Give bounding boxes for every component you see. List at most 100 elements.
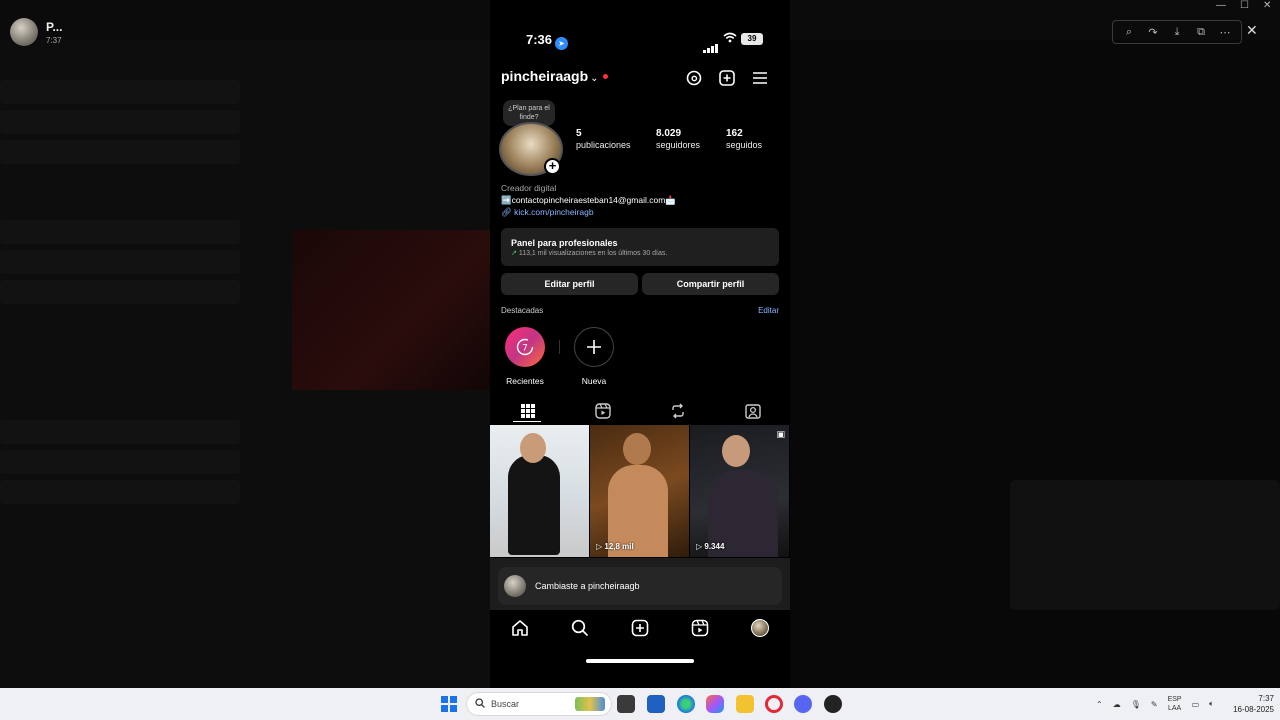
highlights-title: Destacadas xyxy=(501,306,544,315)
rotate-icon[interactable]: ↷ xyxy=(1144,26,1162,39)
network-icon[interactable]: ▭ xyxy=(1192,700,1200,709)
system-tray: ⌃ ☁ 🎙︎ ✎ ESP LAA ▭ 🔈︎ xyxy=(1096,692,1214,716)
account-switcher[interactable]: pincheiraagb ⌄ xyxy=(501,68,608,85)
home-indicator[interactable] xyxy=(586,659,694,663)
edit-profile-button[interactable]: Editar perfil xyxy=(501,273,638,295)
professional-dashboard[interactable]: Panel para profesionales ↗ 113,1 mil vis… xyxy=(501,228,779,266)
phone-screen: 7:36 ➤ 39 pincheiraagb ⌄ ¿Plan para el fin… xyxy=(490,0,790,688)
home-icon[interactable] xyxy=(510,618,530,638)
file-explorer-dark-icon[interactable] xyxy=(617,695,635,713)
svg-text:7: 7 xyxy=(522,344,528,354)
tab-tagged[interactable] xyxy=(715,398,790,424)
opera-icon[interactable] xyxy=(765,695,783,713)
zoom-icon[interactable]: ⌕ xyxy=(1120,26,1138,39)
status-bar: 7:36 ➤ 39 xyxy=(490,28,790,53)
stat-following-value: 162 xyxy=(726,128,743,139)
chevron-down-icon: ⌄ xyxy=(590,73,599,84)
cloud-icon[interactable]: ☁ xyxy=(1113,700,1121,709)
highlight-label: Nueva xyxy=(581,376,607,386)
windows-taskbar: Buscar ⌃ ☁ 🎙︎ ✎ ESP LAA ▭ 🔈︎ 7:37 16-08-2… xyxy=(0,688,1280,720)
create-post-icon[interactable] xyxy=(630,618,650,638)
open-icon[interactable]: ⧉ xyxy=(1192,26,1210,39)
create-icon[interactable] xyxy=(717,68,737,88)
share-profile-button[interactable]: Compartir perfil xyxy=(642,273,779,295)
avatar xyxy=(751,619,769,637)
history-icon: 7 xyxy=(505,327,545,367)
pro-panel-subtitle-text: 113,1 mil visualizaciones en los últimos… xyxy=(518,250,668,257)
tab-reels[interactable] xyxy=(565,398,640,424)
grid-icon xyxy=(520,404,535,418)
toast-message: Cambiaste a pincheiraagb xyxy=(535,581,640,591)
stat-followers-value: 8.029 xyxy=(656,128,682,139)
bio-line: ➡️contactopincheiraesteban14@gmail.com📩 xyxy=(501,195,676,205)
notification-dot xyxy=(602,74,608,79)
taskbar-search[interactable]: Buscar xyxy=(466,692,612,716)
viewer-toolbar: ⌕ ↷ ⤓ ⧉ ⋯ xyxy=(1112,20,1242,44)
post-view-count-text: 9.344 xyxy=(704,542,725,551)
store-icon[interactable] xyxy=(647,695,665,713)
post-view-count-text: 12,8 mil xyxy=(604,542,634,551)
copilot-icon[interactable] xyxy=(706,695,724,713)
bio-link-text: kick.com/pincheiragb xyxy=(514,207,594,217)
menu-icon[interactable] xyxy=(750,68,770,88)
repost-icon xyxy=(671,403,684,419)
chevron-up-icon[interactable]: ⌃ xyxy=(1096,700,1103,709)
stat-posts-value: 5 xyxy=(576,128,582,139)
pro-panel-subtitle: ↗ 113,1 mil visualizaciones en los últim… xyxy=(511,249,769,257)
status-time: 7:36 ➤ xyxy=(526,32,569,50)
lang-top: ESP xyxy=(1167,696,1182,703)
lang-bottom: LAA xyxy=(1167,705,1182,712)
tab-reposts[interactable] xyxy=(640,398,715,424)
post-view-count: ▷ 12,8 mil xyxy=(596,542,634,551)
post-thumbnail[interactable] xyxy=(490,425,589,557)
search-icon xyxy=(475,698,485,710)
edge-browser-icon[interactable] xyxy=(677,695,695,713)
active-tab-underline xyxy=(513,421,541,422)
highlights-edit-link[interactable]: Editar xyxy=(758,306,779,315)
post-figure-head xyxy=(520,433,546,463)
volume-icon[interactable]: 🔈︎ xyxy=(1209,699,1214,709)
stat-posts[interactable]: 5 publicaciones xyxy=(576,128,631,150)
stat-posts-label: publicaciones xyxy=(576,140,631,150)
post-thumbnail[interactable]: ▣ ▷ 9.344 xyxy=(690,425,789,557)
post-view-count: ▷ 9.344 xyxy=(696,542,724,551)
language-indicator[interactable]: ESP LAA xyxy=(1168,695,1182,713)
threads-icon[interactable] xyxy=(684,68,704,88)
username: pincheiraagb xyxy=(501,68,589,84)
profile-header: pincheiraagb ⌄ xyxy=(501,68,781,90)
close-window-icon[interactable]: ✕ xyxy=(1263,0,1271,11)
discord-icon[interactable] xyxy=(794,695,812,713)
stat-following[interactable]: 162 seguidos xyxy=(726,128,762,150)
bio-link[interactable]: 🔗︎ kick.com/pincheiragb xyxy=(501,206,676,218)
account-switch-toast: Cambiaste a pincheiraagb xyxy=(498,567,782,605)
add-story-icon[interactable]: + xyxy=(544,158,561,175)
viewer-close-button[interactable]: ✕ xyxy=(1246,22,1258,39)
stat-followers[interactable]: 8.029 seguidores xyxy=(656,128,700,150)
post-thumbnail[interactable]: ▷ 12,8 mil xyxy=(590,425,689,557)
blurred-photo xyxy=(292,230,490,390)
reels-nav-icon[interactable] xyxy=(690,618,710,638)
stat-followers-label: seguidores xyxy=(656,140,701,150)
pen-icon[interactable]: ✎ xyxy=(1151,700,1158,709)
reel-icon: ▣ xyxy=(776,429,785,439)
microphone-icon[interactable]: 🎙︎ xyxy=(1131,700,1141,709)
windows-start-icon[interactable] xyxy=(441,696,457,712)
highlight-recientes[interactable]: 7 Recientes xyxy=(495,327,555,386)
tagged-icon xyxy=(744,404,761,419)
minimize-icon[interactable]: — xyxy=(1216,0,1226,11)
folder-icon[interactable] xyxy=(736,695,754,713)
location-icon: ➤ xyxy=(555,37,569,50)
highlight-new[interactable]: Nueva xyxy=(564,327,624,386)
profile-avatar[interactable]: + xyxy=(499,122,563,176)
battery-icon: 39 xyxy=(741,33,763,45)
maximize-icon[interactable]: ☐ xyxy=(1240,0,1249,11)
app-icon[interactable] xyxy=(824,695,842,713)
highlights-header: Destacadas Editar xyxy=(501,306,779,315)
search-icon[interactable] xyxy=(570,618,590,638)
profile-nav[interactable] xyxy=(750,618,770,638)
clock-time: 7:37 xyxy=(1258,694,1274,703)
highlight-divider xyxy=(559,340,560,354)
download-icon[interactable]: ⤓ xyxy=(1168,26,1186,39)
more-icon[interactable]: ⋯ xyxy=(1216,26,1234,39)
taskbar-clock[interactable]: 7:37 16-08-2025 xyxy=(1222,693,1274,715)
